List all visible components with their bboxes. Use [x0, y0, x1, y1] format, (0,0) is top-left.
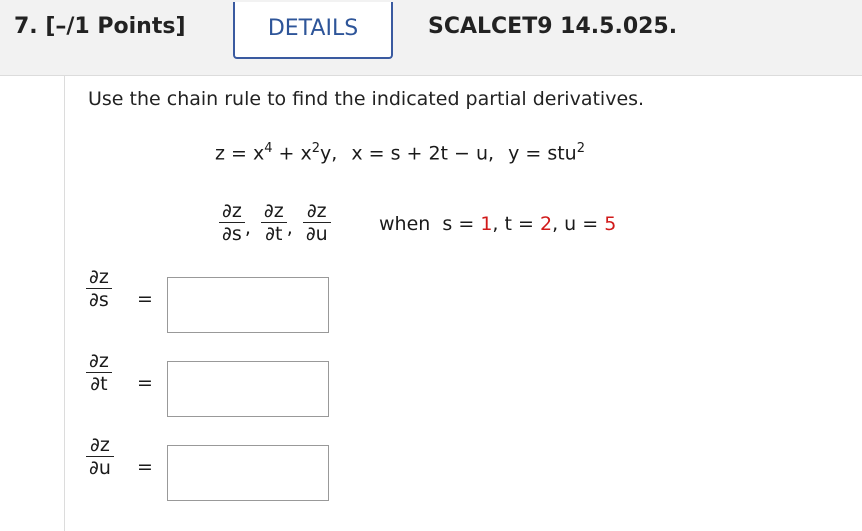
frac-den: ∂t: [86, 372, 112, 395]
left-divider: [64, 76, 65, 531]
partial-z-t: ∂z ∂t: [260, 200, 287, 245]
partials-list: ∂z ∂s, ∂z ∂t, ∂z ∂u: [219, 200, 331, 245]
x-def: x = s + 2t − u,: [351, 142, 495, 165]
y-exp: 2: [576, 141, 586, 156]
s-value: 1: [480, 213, 493, 235]
answer-input-dz-du[interactable]: [167, 445, 329, 501]
frac-den: ∂u: [302, 222, 331, 245]
points-label: [–/1 Points]: [45, 14, 186, 39]
instruction-text: Use the chain rule to find the indicated…: [88, 88, 645, 110]
z-tail: y,: [320, 142, 338, 165]
answer-input-dz-dt[interactable]: [167, 361, 329, 417]
problem-code: SCALCET9 14.5.025.: [428, 14, 678, 39]
partial-z-s: ∂z ∂s: [219, 200, 245, 245]
details-tab[interactable]: DETAILS: [233, 2, 393, 59]
answer-label-u: ∂z ∂u: [86, 434, 114, 479]
frac-den: ∂t: [260, 222, 287, 245]
answer-row-u: ∂z ∂u =: [86, 434, 346, 504]
answer-input-dz-ds[interactable]: [167, 277, 329, 333]
frac-den: ∂s: [219, 222, 245, 245]
comma: ,: [244, 216, 251, 239]
sep: ,: [492, 213, 499, 235]
z-def: z = x: [215, 142, 265, 165]
equals-sign: =: [137, 288, 153, 310]
sep: ,: [552, 213, 559, 235]
answer-label-s: ∂z ∂s: [86, 266, 112, 311]
frac-num: ∂z: [263, 200, 284, 222]
frac-num: ∂z: [89, 350, 109, 372]
equals-sign: =: [137, 372, 153, 394]
t-value: 2: [539, 213, 553, 235]
given-equations: z = x4 + x2y, x = s + 2t − u, y = stu2: [215, 141, 585, 164]
z-exp1: 4: [264, 141, 273, 156]
frac-num: ∂z: [90, 434, 110, 456]
frac-num: ∂z: [89, 266, 109, 288]
frac-num: ∂z: [222, 200, 242, 222]
answer-row-s: ∂z ∂s =: [86, 266, 346, 336]
question-number: 7.: [14, 14, 38, 39]
question-header: 7. [–/1 Points] DETAILS SCALCET9 14.5.02…: [0, 0, 862, 76]
answer-label-t: ∂z ∂t: [86, 350, 112, 395]
equals-sign: =: [137, 456, 153, 478]
y-def: y = stu: [508, 142, 577, 165]
when-label: when: [379, 213, 431, 235]
partial-z-u: ∂z ∂u: [302, 200, 331, 245]
answer-row-t: ∂z ∂t =: [86, 350, 346, 420]
z-plus: + x: [272, 142, 312, 165]
frac-den: ∂u: [86, 456, 114, 479]
question-points: 7. [–/1 Points]: [14, 14, 186, 39]
comma: ,: [286, 216, 293, 239]
frac-num: ∂z: [306, 200, 327, 222]
z-exp2: 2: [311, 141, 321, 156]
frac-den: ∂s: [86, 288, 112, 311]
t-label: t =: [504, 213, 534, 235]
u-value: 5: [604, 213, 617, 235]
evaluation-condition: when s = 1, t = 2, u = 5: [379, 213, 616, 235]
u-label: u =: [564, 213, 599, 235]
s-label: s =: [442, 213, 475, 235]
